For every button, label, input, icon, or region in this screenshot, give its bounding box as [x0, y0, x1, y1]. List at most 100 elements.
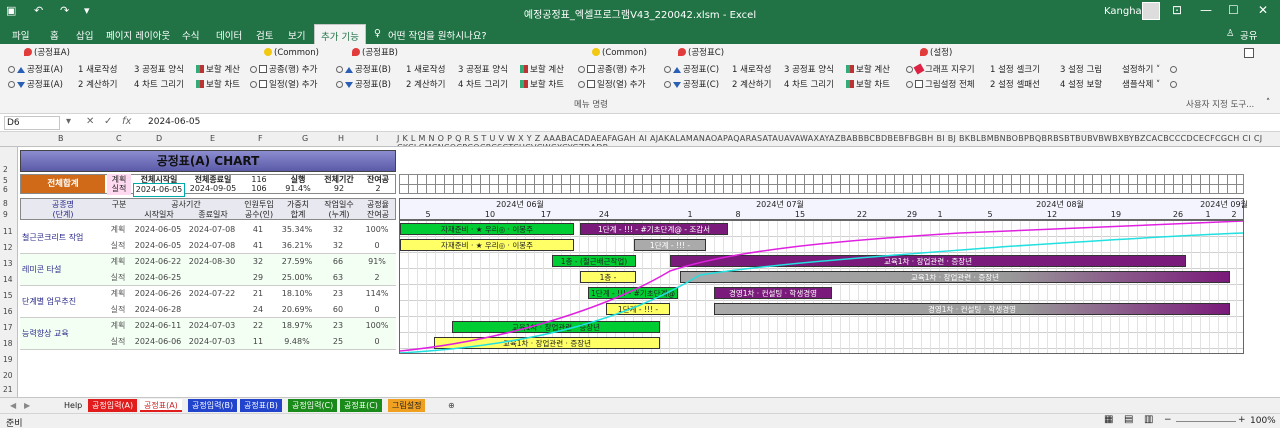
next-sheet-icon[interactable]: ▶: [20, 399, 34, 412]
tab-review[interactable]: 검토: [256, 28, 273, 42]
g1-boh-chart-button[interactable]: 보할 차트: [196, 80, 240, 91]
g1-draw-button[interactable]: 4 차트 그리기: [134, 80, 184, 91]
g3-calc-button[interactable]: 2 계산하기: [406, 80, 445, 91]
actual-cell[interactable]: 29: [240, 272, 276, 284]
plan-cell[interactable]: 2024-07-08: [186, 224, 238, 236]
actual-cell[interactable]: 2024-07-08: [186, 240, 238, 252]
tab-formulas[interactable]: 수식: [182, 28, 199, 42]
name-box[interactable]: D6: [4, 116, 60, 130]
plan-cell[interactable]: 91%: [360, 256, 394, 268]
plan-cell[interactable]: 2024-06-05: [132, 224, 184, 236]
row-header[interactable]: 19: [3, 355, 13, 364]
plan-cell[interactable]: 18.97%: [278, 320, 316, 332]
actual-cell[interactable]: 36.21%: [278, 240, 316, 252]
g5-draw-button[interactable]: 4 차트 그리기: [784, 80, 834, 91]
actual-cell[interactable]: 실적: [106, 336, 130, 348]
actual-cell[interactable]: 실적: [106, 304, 130, 316]
plan-cell[interactable]: 2024-06-22: [132, 256, 184, 268]
g5-calc-button[interactable]: 2 계산하기: [732, 80, 771, 91]
actual-cell[interactable]: 9.48%: [278, 336, 316, 348]
project-row[interactable]: 철근콘크리트 작업 계획 2024-06-05 2024-07-08 41 35.34% 3…: [20, 222, 396, 254]
checkbox-icon[interactable]: [1244, 48, 1256, 61]
g3-draw-button[interactable]: 4 차트 그리기: [458, 80, 508, 91]
boh-setting-button[interactable]: 4 설정 보할: [1060, 80, 1102, 91]
g1-new-button[interactable]: 1 새로작성: [78, 65, 117, 76]
g3-radio2[interactable]: 공정표(B): [336, 80, 391, 91]
actual-cell[interactable]: 2024-07-03: [186, 336, 238, 348]
tab-addins[interactable]: 추가 기능: [314, 24, 366, 44]
actual-cell[interactable]: 실적: [106, 240, 130, 252]
project-row[interactable]: 레미콘 타설 계획 2024-06-22 2024-08-30 32 27.59% 66 91…: [20, 254, 396, 286]
g3-boh-calc-button[interactable]: 보할 계산: [520, 65, 564, 76]
row-header[interactable]: 2: [3, 165, 8, 174]
close-icon[interactable]: ✕: [1258, 3, 1268, 17]
clear-graph-button[interactable]: 그래프 지우기: [906, 63, 975, 76]
actual-cell[interactable]: 63: [318, 272, 358, 284]
plan-cell[interactable]: 2024-07-03: [186, 320, 238, 332]
zoom-in-icon[interactable]: +: [1238, 415, 1246, 425]
add-col-button-2[interactable]: 일정(열) 추가: [578, 80, 645, 91]
plan-cell[interactable]: 22: [240, 320, 276, 332]
page-layout-icon[interactable]: ▤: [1124, 414, 1133, 425]
settings-dropdown[interactable]: 설정하기 ˅: [1122, 65, 1160, 76]
row-header[interactable]: 20: [3, 371, 13, 380]
delete-sample-dropdown[interactable]: 샘플삭제 ˅: [1122, 80, 1160, 91]
actual-cell[interactable]: 0: [360, 304, 394, 316]
actual-cell[interactable]: 2024-06-25: [132, 272, 184, 284]
sheet-tab-input-b[interactable]: 공정입력(B): [188, 399, 238, 412]
function-icon[interactable]: fx: [122, 116, 131, 127]
zoom-out-icon[interactable]: −: [1164, 415, 1172, 425]
plan-cell[interactable]: 18.10%: [278, 288, 316, 300]
sheet-tab-chart-c[interactable]: 공정표(C): [340, 399, 382, 412]
col-header-h[interactable]: H: [338, 134, 344, 143]
row-header[interactable]: 5: [3, 176, 8, 185]
cell-size-button[interactable]: 1 설정 셀크기: [990, 65, 1040, 76]
ribbon-display-icon[interactable]: ⊡: [1172, 3, 1182, 17]
row-header[interactable]: 9: [3, 210, 8, 219]
sheet-tab-chart-b[interactable]: 공정표(B): [240, 399, 282, 412]
col-header-d[interactable]: D: [156, 134, 162, 143]
col-header-i[interactable]: I: [376, 134, 378, 143]
actual-cell[interactable]: 2: [360, 272, 394, 284]
g5-radio1[interactable]: 공정표(C): [664, 65, 719, 76]
plan-cell[interactable]: 21: [240, 288, 276, 300]
tab-home[interactable]: 홈: [50, 28, 59, 42]
plan-cell[interactable]: 2024-06-26: [132, 288, 184, 300]
col-header-g[interactable]: G: [302, 134, 308, 143]
actual-cell[interactable]: 2024-06-28: [132, 304, 184, 316]
share-button[interactable]: 공유: [1240, 28, 1257, 42]
row-header[interactable]: 12: [3, 243, 13, 252]
tab-file[interactable]: 파일: [12, 28, 29, 42]
g5-boh-chart-button[interactable]: 보할 차트: [846, 80, 890, 91]
plan-cell[interactable]: 2024-08-30: [186, 256, 238, 268]
plan-cell[interactable]: 27.59%: [278, 256, 316, 268]
g5-form-button[interactable]: 3 공정표 양식: [784, 65, 834, 76]
g1-boh-calc-button[interactable]: 보할 계산: [196, 65, 240, 76]
radio-icon[interactable]: [1170, 80, 1179, 91]
g3-new-button[interactable]: 1 새로작성: [406, 65, 445, 76]
cell-line-button[interactable]: 2 설정 셀패선: [990, 80, 1040, 91]
radio-icon[interactable]: [1170, 65, 1179, 76]
plan-cell[interactable]: 35.34%: [278, 224, 316, 236]
actual-cell[interactable]: 25.00%: [278, 272, 316, 284]
add-col-button[interactable]: 일정(열) 추가: [250, 80, 317, 91]
actual-cell[interactable]: 60: [318, 304, 358, 316]
g1-radio1[interactable]: 공정표(A): [8, 65, 63, 76]
cancel-icon[interactable]: ✕: [86, 116, 94, 127]
plan-cell[interactable]: 100%: [360, 224, 394, 236]
actual-cell[interactable]: 20.69%: [278, 304, 316, 316]
plan-cell[interactable]: 2024-07-22: [186, 288, 238, 300]
g3-boh-chart-button[interactable]: 보할 차트: [520, 80, 564, 91]
actual-cell[interactable]: 25: [318, 336, 358, 348]
prev-sheet-icon[interactable]: ◀: [6, 399, 20, 412]
worksheet[interactable]: 공정표(A) CHART 전체합계 계획 실적 전체시작일 2024-06-05…: [18, 147, 1280, 397]
actual-cell[interactable]: 2024-06-05: [132, 240, 184, 252]
row-header[interactable]: 21: [3, 385, 13, 394]
plan-cell[interactable]: 23: [318, 320, 358, 332]
actual-cell[interactable]: 실적: [106, 272, 130, 284]
plan-cell[interactable]: 41: [240, 224, 276, 236]
avatar[interactable]: [1142, 2, 1160, 20]
tab-data[interactable]: 데이터: [216, 28, 242, 42]
sheet-tab-help[interactable]: Help: [60, 399, 86, 412]
row-header[interactable]: 15: [3, 291, 13, 300]
